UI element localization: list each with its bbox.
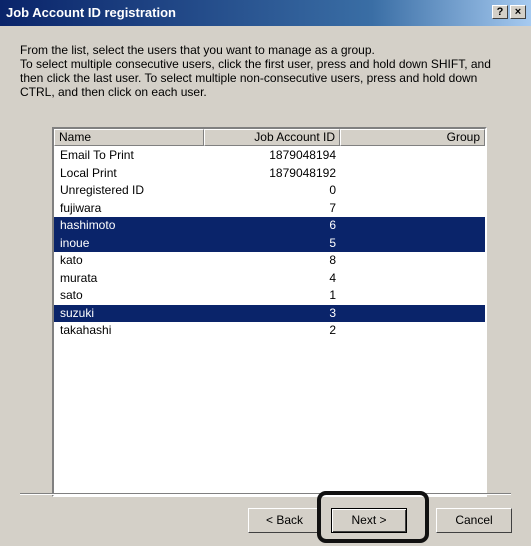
list-row[interactable]: takahashi 2 — [54, 322, 485, 340]
row-job-account-id: 5 — [329, 235, 336, 250]
column-header-name[interactable]: Name — [54, 129, 204, 146]
list-header: Name Job Account ID Group — [54, 129, 485, 146]
list-row[interactable]: inoue 5 — [54, 234, 485, 252]
next-button-highlight — [317, 491, 429, 543]
row-name: Local Print — [60, 165, 117, 180]
title-bar[interactable]: Job Account ID registration ? × — [0, 0, 531, 26]
row-name: inoue — [60, 235, 90, 250]
list-row[interactable]: Local Print 1879048192 — [54, 165, 485, 183]
row-job-account-id: 1 — [329, 288, 336, 302]
row-job-account-id: 0 — [329, 183, 336, 197]
row-name: Email To Print — [60, 148, 134, 162]
row-name: Unregistered ID — [60, 183, 145, 197]
list-rows: Email To Print 1879048194 Local Print 18790… — [54, 147, 485, 340]
dialog-window: Job Account ID registration ? × From the… — [0, 0, 531, 546]
row-job-account-id: 1879048192 — [269, 165, 336, 180]
row-job-account-id: 7 — [329, 200, 336, 215]
instruction-line-1: From the list, select the users that you… — [20, 43, 375, 57]
row-job-account-id: 4 — [329, 270, 336, 285]
row-job-account-id: 6 — [329, 218, 336, 232]
row-job-account-id: 8 — [329, 253, 336, 267]
help-button[interactable]: ? — [492, 5, 508, 19]
list-row[interactable]: fujiwara 7 — [54, 200, 485, 218]
column-header-job-account-id[interactable]: Job Account ID — [204, 129, 340, 146]
list-row[interactable]: murata 4 — [54, 270, 485, 288]
window-title: Job Account ID registration — [6, 5, 176, 20]
list-row[interactable]: hashimoto 6 — [54, 217, 485, 235]
row-name: takahashi — [60, 323, 112, 337]
back-button[interactable]: < Back — [248, 508, 321, 533]
row-name: suzuki — [60, 305, 95, 320]
row-job-account-id: 3 — [329, 305, 336, 320]
user-list[interactable]: Name Job Account ID Group Email To Print… — [52, 127, 487, 497]
instruction-line-2: To select multiple consecutive users, cl… — [20, 57, 491, 99]
instructions-text: From the list, select the users that you… — [20, 43, 510, 99]
list-row[interactable]: suzuki 3 — [54, 304, 485, 322]
row-name: fujiwara — [60, 200, 102, 215]
row-name: murata — [60, 270, 98, 285]
row-job-account-id: 2 — [329, 323, 336, 337]
list-row[interactable]: kato 8 — [54, 252, 485, 270]
cancel-button[interactable]: Cancel — [436, 508, 512, 533]
divider — [20, 493, 511, 495]
row-job-account-id: 1879048194 — [269, 148, 336, 162]
row-name: sato — [60, 288, 83, 302]
list-row[interactable]: Unregistered ID 0 — [54, 182, 485, 200]
list-row[interactable]: Email To Print 1879048194 — [54, 147, 485, 165]
row-name: kato — [60, 253, 83, 267]
list-row[interactable]: sato 1 — [54, 287, 485, 305]
close-button[interactable]: × — [510, 5, 526, 19]
column-header-group[interactable]: Group — [340, 129, 485, 146]
row-name: hashimoto — [60, 218, 116, 232]
